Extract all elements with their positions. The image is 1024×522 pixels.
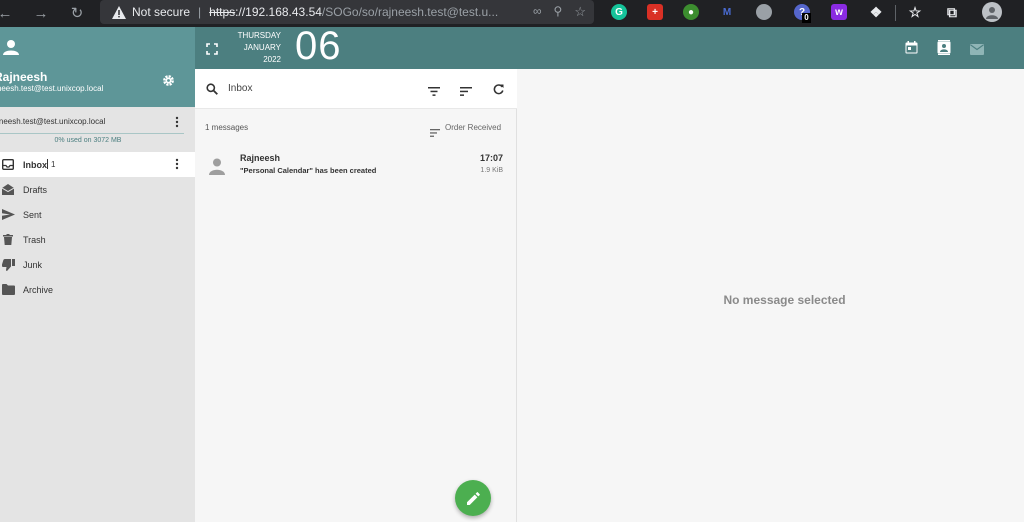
url-path: /SOGo/so/rajneesh.test@test.u... [321, 5, 499, 19]
security-label[interactable]: Not secure [132, 5, 190, 19]
favorite-star-icon[interactable]: ☆ [574, 4, 586, 20]
folder-label: Drafts [23, 184, 48, 195]
sort-order-label[interactable]: Order Received [445, 123, 501, 132]
account-header: Rajneesh rajneesh.test@test.unixcop.loca… [0, 27, 195, 107]
folder-menu-icon[interactable] [173, 157, 181, 171]
thumb-down-icon [1, 258, 15, 272]
back-icon[interactable]: ← [0, 3, 16, 23]
quota-label: 0% used on 3072 MB [54, 137, 122, 144]
calendar-icon[interactable] [905, 41, 919, 55]
sort-icon[interactable] [460, 83, 472, 96]
folder-item-sent[interactable]: Sent [0, 202, 195, 227]
search-icon[interactable] [206, 82, 219, 95]
profile-avatar-icon[interactable] [982, 2, 1002, 22]
zoom-icon[interactable]: ⚲ [554, 4, 563, 20]
fullscreen-icon[interactable] [206, 42, 218, 55]
month-label: JANUARY [243, 43, 281, 52]
folder-item-trash[interactable]: Trash [0, 227, 195, 252]
address-separator: | [198, 5, 202, 19]
filter-icon[interactable] [428, 83, 440, 96]
reader-mode-icon[interactable]: ∞ [533, 4, 542, 20]
drafts-icon [1, 183, 15, 197]
user-email: rajneesh.test@test.unixcop.local [0, 84, 104, 93]
no-message-label: No message selected [723, 293, 846, 307]
folder-label: Inbox [23, 159, 47, 170]
trash-icon [1, 233, 15, 247]
extension-badge-count: 0 [802, 13, 811, 23]
folder-label: Trash [23, 234, 46, 245]
folder-sidebar: rajneesh.test@test.unixcop.local 0% used… [0, 107, 195, 522]
url-host: ://192.168.43.54 [235, 5, 322, 19]
settings-gear-icon[interactable] [162, 74, 175, 87]
refresh-icon[interactable] [493, 82, 505, 95]
sender-avatar-icon [208, 157, 226, 175]
browser-toolbar: ← → ↻ Not secure | https://192.168.43.54… [0, 0, 1024, 27]
weekday-label: THURSDAY [237, 31, 281, 40]
contacts-icon[interactable] [937, 40, 952, 55]
extension-chat-icon[interactable] [756, 4, 772, 20]
order-sort-icon[interactable] [430, 124, 440, 137]
folder-icon [1, 283, 15, 297]
search-input[interactable]: Inbox [228, 83, 252, 94]
folder-label: Junk [23, 259, 43, 270]
user-icon [3, 39, 19, 55]
toolbar-divider [895, 5, 896, 21]
send-icon [1, 208, 15, 222]
extension-blue-icon[interactable]: M [719, 4, 735, 20]
message-sender: Rajneesh [240, 153, 281, 163]
pencil-icon [466, 491, 480, 505]
folder-item-inbox[interactable]: Inbox 1 [0, 152, 195, 177]
quota-bar [0, 133, 184, 134]
reload-icon[interactable]: ↻ [66, 3, 88, 23]
year-label: 2022 [263, 55, 281, 64]
message-size: 1.9 KiB [480, 167, 503, 174]
mail-icon[interactable] [970, 42, 985, 55]
folder-item-junk[interactable]: Junk [0, 252, 195, 277]
extension-purple-icon[interactable]: w [831, 4, 847, 20]
message-subject: "Personal Calendar" has been created [240, 166, 377, 175]
list-toolbar: Inbox [195, 69, 517, 109]
app-header: THURSDAY JANUARY 2022 06 [195, 24, 1024, 69]
extension-green-icon[interactable]: ● [683, 4, 699, 20]
folder-label: Archive [23, 284, 54, 295]
message-count: 1 messages [205, 123, 249, 132]
mailbox-menu-icon[interactable] [173, 115, 181, 129]
warning-icon [112, 5, 126, 19]
extensions-puzzle-icon[interactable]: ❖ [868, 4, 884, 20]
forward-icon[interactable]: → [30, 3, 52, 23]
extension-red-icon[interactable]: + [647, 4, 663, 20]
inbox-icon [1, 158, 15, 172]
message-row[interactable]: Rajneesh "Personal Calendar" has been cr… [195, 149, 517, 187]
grammarly-icon[interactable]: G [611, 4, 627, 20]
collections-icon[interactable]: ⧉ [944, 4, 960, 20]
url-scheme: https [209, 5, 236, 19]
date-block: THURSDAY JANUARY 2022 [225, 30, 281, 66]
count-divider [47, 159, 48, 169]
message-list-pane: Inbox 1 messages Order Received Rajneesh… [195, 69, 517, 522]
mailbox-address[interactable]: rajneesh.test@test.unixcop.local [0, 117, 150, 126]
folder-label: Sent [23, 209, 42, 220]
user-name: Rajneesh [0, 70, 48, 84]
message-time: 17:07 [479, 153, 503, 163]
day-number: 06 [295, 24, 342, 68]
reading-pane: No message selected [517, 69, 1024, 522]
compose-button[interactable] [455, 480, 491, 516]
folder-item-archive[interactable]: Archive [0, 277, 195, 302]
address-bar[interactable]: Not secure | https://192.168.43.54/SOGo/… [100, 0, 594, 24]
unread-count: 1 [51, 160, 56, 169]
favorites-icon[interactable]: ☆ [907, 4, 923, 20]
folder-item-drafts[interactable]: Drafts [0, 177, 195, 202]
sogo-app: THURSDAY JANUARY 2022 06 Rajneesh rajnee… [0, 24, 1024, 522]
